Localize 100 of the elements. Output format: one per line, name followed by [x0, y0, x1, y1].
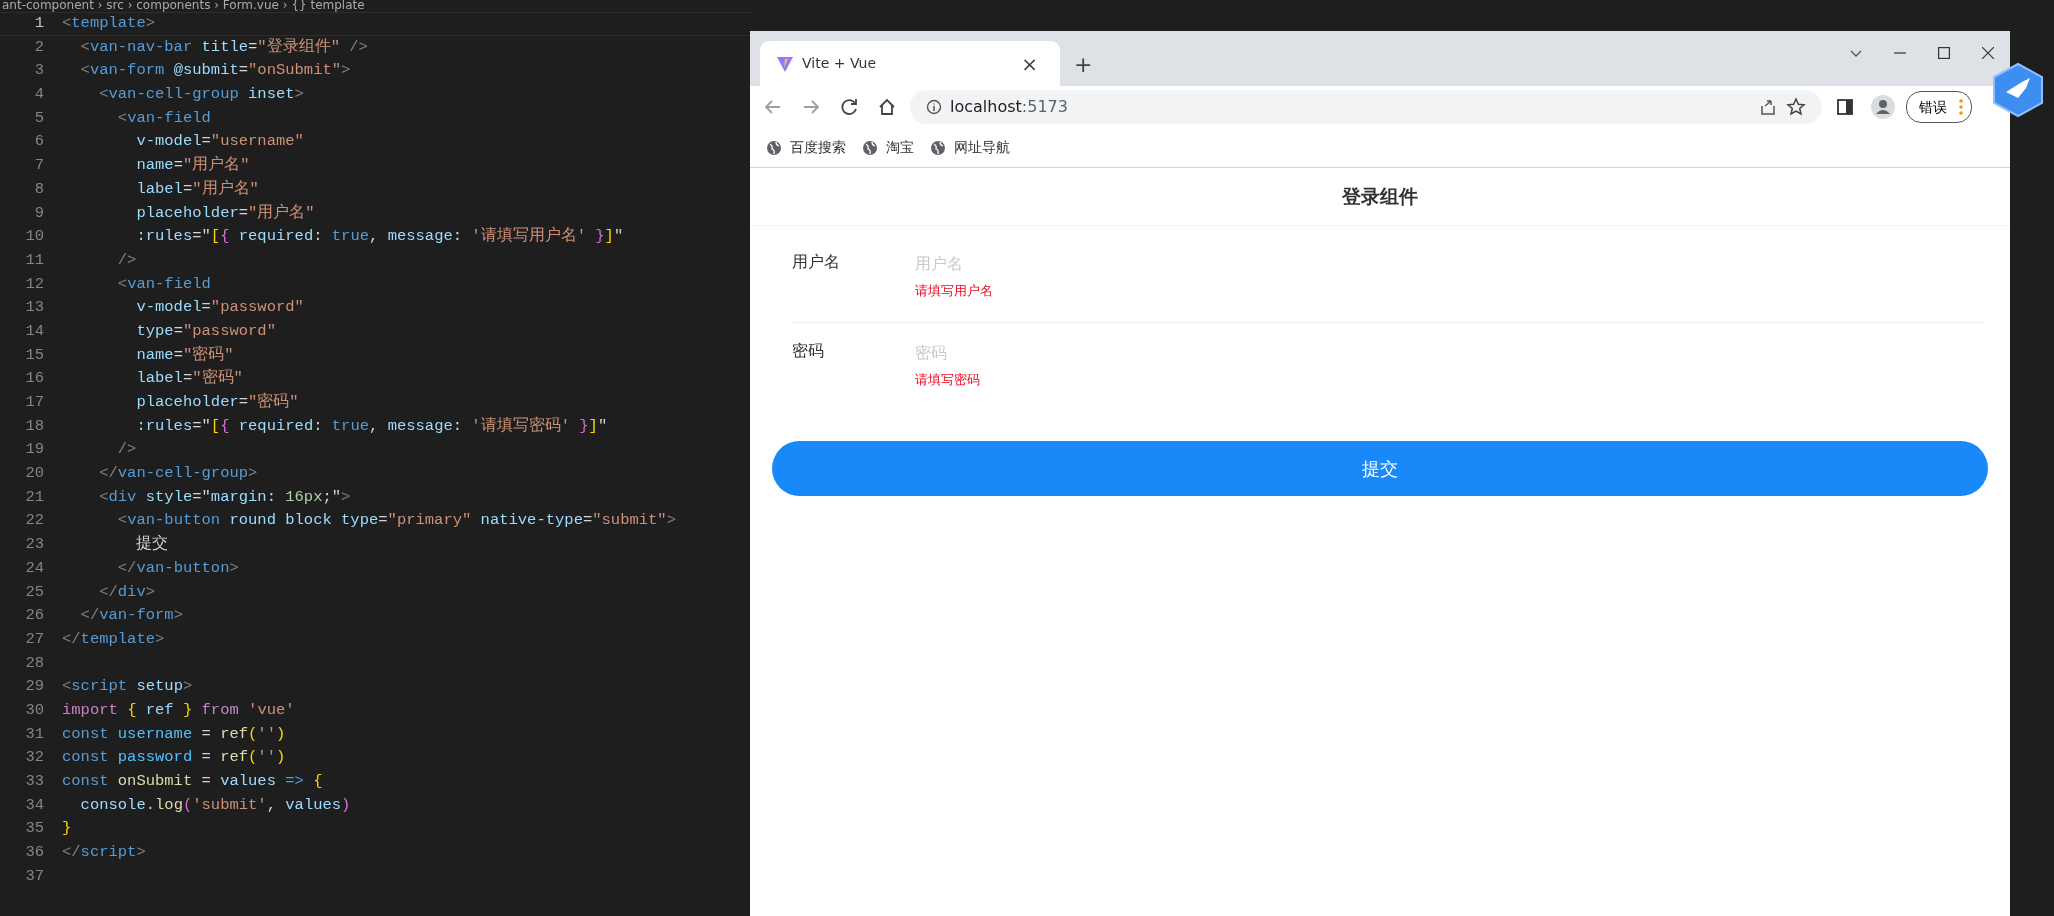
code-line: <div style="margin: 16px;">	[98, 486, 351, 508]
profile-avatar-icon[interactable]	[1868, 92, 1898, 122]
code-line: />	[116, 249, 137, 271]
line-number: 8	[33, 178, 44, 200]
tab-title: Vite + Vue	[802, 54, 877, 73]
bookmark[interactable]: 淘宝	[862, 137, 914, 158]
line-number: 23	[24, 534, 44, 556]
code-line: <template>	[62, 13, 156, 34]
code-line: <van-form @submit="onSubmit">	[79, 60, 351, 82]
line-number: 6	[33, 131, 44, 153]
error-message: 请填写用户名	[915, 282, 994, 300]
code-line: :rules="[{ required: true, message: '请填写用户名' }]"	[135, 225, 624, 248]
code-line: const username = ref('')	[62, 723, 286, 745]
line-number: 17	[24, 392, 44, 413]
star-icon[interactable]	[1786, 97, 1806, 117]
globe-icon	[862, 139, 878, 156]
vite-logo-icon	[776, 54, 794, 73]
code-line: placeholder="用户名"	[135, 202, 315, 224]
code-line: label="密码"	[135, 367, 243, 390]
code-line: v-model="password"	[135, 297, 304, 319]
share-icon[interactable]	[1758, 97, 1778, 117]
error-message: 请填写密码	[915, 371, 981, 389]
error-button[interactable]: 错误	[1906, 91, 1972, 123]
line-number: 16	[24, 368, 44, 390]
code-line: <van-field	[116, 273, 211, 295]
code-line: name="用户名"	[135, 154, 250, 177]
info-icon	[926, 99, 942, 115]
url-text: localhost:5173	[950, 96, 1068, 118]
nav-bar-title: 登录组件	[750, 168, 2010, 226]
code-line: </van-form>	[79, 605, 183, 627]
code-line: v-model="username"	[135, 131, 304, 153]
line-number: 37	[24, 865, 44, 887]
line-number: 26	[24, 605, 44, 627]
code-line: :rules="[{ required: true, message: '请填写密码' }]"	[135, 415, 608, 437]
code-line: label="用户名"	[135, 178, 259, 200]
line-number: 5	[33, 107, 44, 129]
code-line: const onSubmit = values => {	[62, 771, 323, 792]
browser-tab[interactable]: Vite + Vue ×	[760, 41, 1060, 86]
submit-button[interactable]: 提交	[772, 441, 1988, 496]
chevron-down-icon[interactable]	[1850, 49, 1862, 57]
line-number: 24	[24, 557, 44, 579]
line-number: 28	[24, 652, 44, 674]
line-number: 18	[24, 415, 44, 437]
line-number: 25	[24, 581, 44, 603]
line-number: 31	[24, 723, 44, 745]
code-line: placeholder="密码"	[135, 391, 299, 413]
line-number: 34	[24, 794, 44, 816]
line-number: 12	[24, 273, 44, 295]
close-icon[interactable]	[1982, 47, 1994, 59]
bird-app-icon[interactable]	[1992, 62, 2044, 118]
code-line: <van-button round block type="primary" native-type="submit">	[116, 510, 676, 532]
line-number: 4	[33, 84, 44, 106]
line-number: 21	[24, 486, 44, 508]
line-number: 20	[24, 463, 44, 485]
code-line: </van-button>	[116, 557, 239, 579]
line-number: 29	[24, 676, 44, 698]
line-number: 27	[24, 628, 44, 650]
line-number: 32	[24, 747, 44, 769]
line-number: 35	[24, 818, 44, 840]
code-line: name="密码"	[135, 344, 234, 366]
line-number: 9	[33, 202, 44, 224]
address-bar[interactable]: localhost:5173	[910, 90, 1822, 124]
code-line: <van-cell-group inset>	[98, 84, 304, 106]
code-line: />	[116, 439, 137, 461]
code-line: </template>	[62, 628, 165, 650]
globe-icon	[766, 139, 782, 156]
line-number: 3	[33, 60, 44, 82]
code-line: console.log('submit', values)	[79, 794, 351, 816]
line-number: 30	[24, 699, 44, 721]
code-line: 提交	[135, 533, 169, 556]
code-line: type="password"	[135, 320, 276, 342]
new-tab-button[interactable]: +	[1068, 47, 1099, 82]
line-number: 11	[24, 249, 44, 271]
line-number: 33	[24, 771, 44, 792]
code-line: </script>	[62, 842, 146, 864]
code-line: <van-field	[116, 107, 211, 129]
line-number: 22	[24, 510, 44, 532]
line-number: 19	[24, 439, 44, 461]
code-line: import { ref } from 'vue'	[62, 699, 295, 721]
line-number: 14	[24, 320, 44, 342]
code-line: </div>	[98, 581, 156, 603]
maximize-icon[interactable]	[1938, 47, 1950, 59]
line-number: 36	[24, 842, 44, 864]
tab-close-button[interactable]: ×	[1015, 48, 1044, 79]
line-number: 1	[33, 13, 44, 34]
code-line: }	[62, 818, 72, 840]
line-number: 10	[24, 226, 44, 248]
line-number: 13	[24, 297, 44, 319]
line-number: 7	[33, 155, 44, 177]
bookmark[interactable]: 网址导航	[930, 137, 1010, 158]
bookmark[interactable]: 百度搜索	[766, 137, 846, 158]
more-dots-icon	[1959, 99, 1963, 115]
code-line: </van-cell-group>	[98, 463, 258, 485]
globe-icon	[930, 139, 946, 156]
field-label: 密码	[792, 340, 825, 362]
code-line: <van-nav-bar title="登录组件" />	[79, 36, 368, 58]
field-label: 用户名	[792, 251, 841, 273]
line-number: 15	[24, 344, 44, 366]
line-number: 2	[33, 36, 44, 58]
code-line: const password = ref('')	[62, 747, 286, 769]
